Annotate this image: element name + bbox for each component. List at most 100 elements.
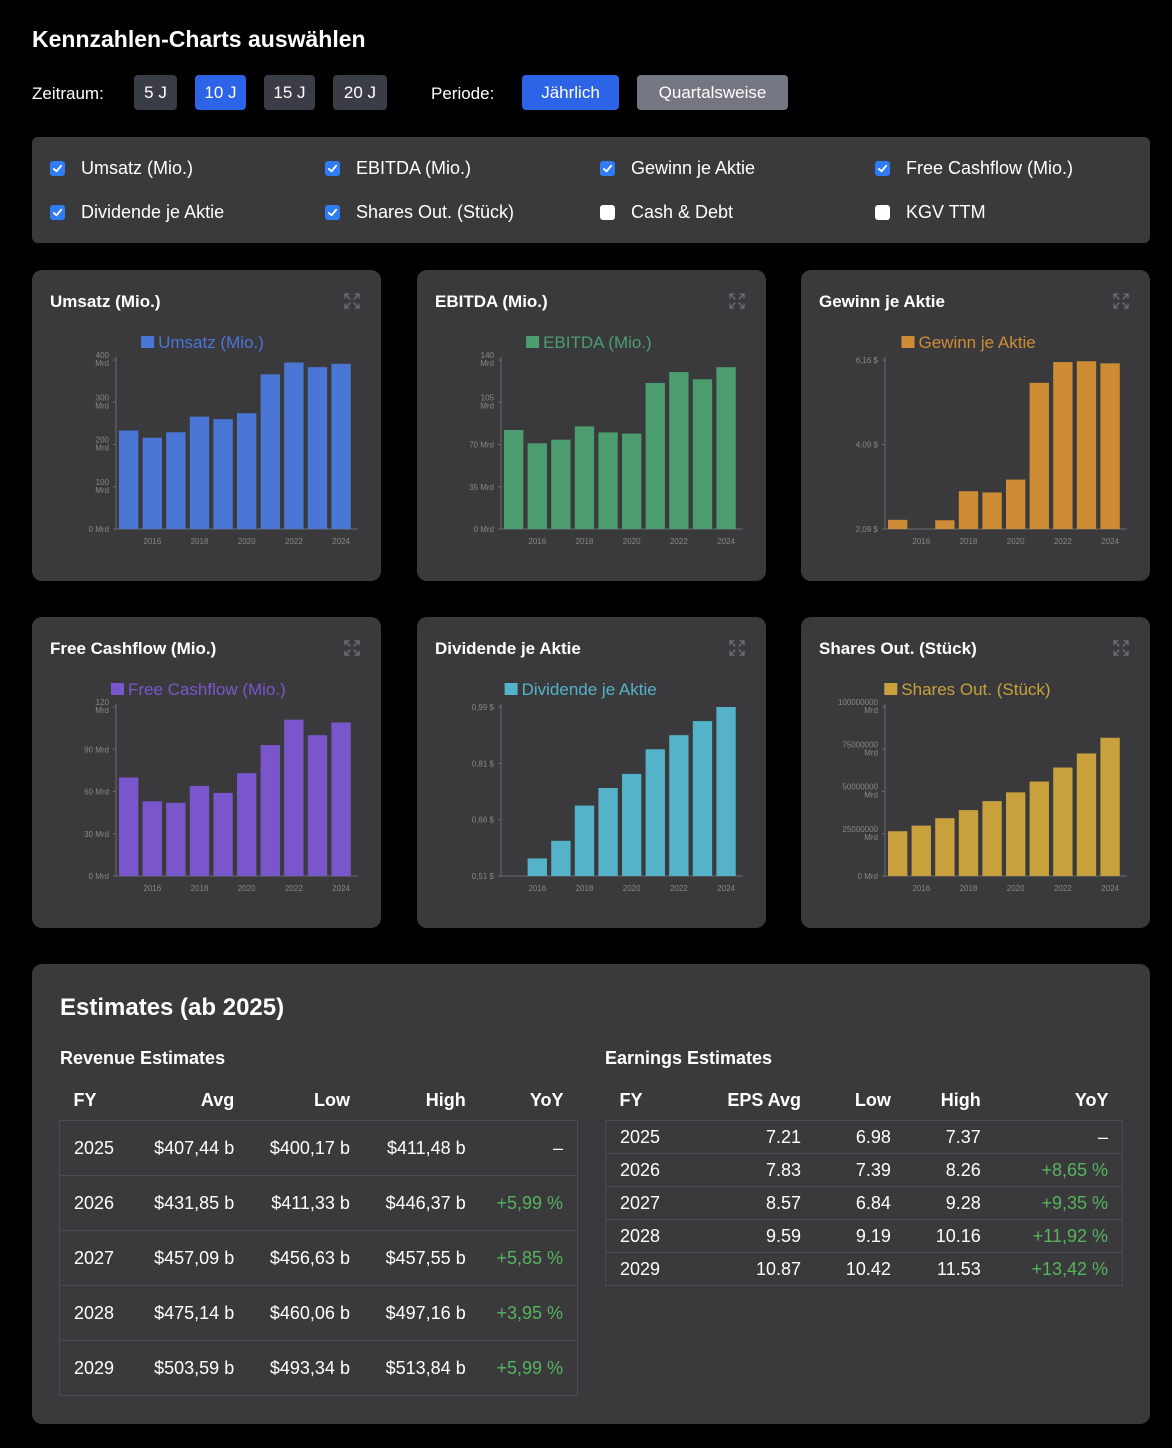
bar-2023[interactable]	[307, 735, 328, 876]
filter-free-cashflow-mio[interactable]: Free Cashflow (Mio.)	[875, 156, 1073, 180]
expand-icon[interactable]	[343, 292, 361, 310]
bar-2019[interactable]	[213, 792, 233, 876]
bar-2019[interactable]	[982, 492, 1002, 529]
bar-2015[interactable]	[504, 430, 524, 529]
bar-2019[interactable]	[598, 432, 618, 529]
expand-icon[interactable]	[343, 639, 361, 657]
bar-2016[interactable]	[142, 437, 162, 529]
bar-2024[interactable]	[716, 707, 736, 876]
checkbox[interactable]	[50, 160, 65, 176]
bar-2021[interactable]	[260, 745, 280, 876]
filter-shares-out-st-ck[interactable]: Shares Out. (Stück)	[325, 200, 514, 224]
bar-2016[interactable]	[527, 858, 547, 876]
bar-2018[interactable]	[574, 426, 595, 529]
checkbox[interactable]	[600, 204, 615, 220]
chart-title: Gewinn je Aktie	[819, 292, 945, 311]
column-header: Low	[854, 1090, 891, 1111]
bar-2023[interactable]	[307, 367, 328, 529]
bar-2018[interactable]	[189, 416, 210, 529]
checkbox[interactable]	[50, 204, 65, 220]
filter-ebitda-mio[interactable]: EBITDA (Mio.)	[325, 156, 471, 180]
bar-2024[interactable]	[331, 722, 351, 876]
bar-2024[interactable]	[331, 363, 351, 529]
filter-dividende-je-aktie[interactable]: Dividende je Aktie	[50, 200, 224, 224]
bar-2017[interactable]	[935, 520, 955, 529]
bar-2022[interactable]	[1053, 362, 1073, 529]
checkbox[interactable]	[600, 160, 615, 176]
bar-2019[interactable]	[213, 419, 233, 529]
bar-2018[interactable]	[574, 805, 595, 876]
zeitraum-label: Zeitraum:	[32, 84, 104, 103]
svg-text:Mrd: Mrd	[864, 748, 878, 757]
bar-2015[interactable]	[119, 777, 139, 876]
bar-2021[interactable]	[645, 749, 665, 876]
zeitraum-20j-button[interactable]: 20 J	[333, 75, 387, 110]
filter-kgv-ttm[interactable]: KGV TTM	[875, 200, 986, 224]
bar-2018[interactable]	[189, 785, 210, 876]
svg-text:Mrd: Mrd	[480, 401, 494, 410]
bar-2016[interactable]	[527, 443, 547, 529]
bar-2017[interactable]	[551, 439, 571, 529]
table-row: 2028 $475,14 b $460,06 b $497,16 b +3,95 %	[59, 1284, 578, 1341]
bar-2016[interactable]	[911, 825, 931, 876]
bar-2024[interactable]	[1100, 363, 1120, 529]
bar-2019[interactable]	[982, 801, 1002, 876]
bar-2021[interactable]	[1029, 382, 1049, 529]
checkbox[interactable]	[325, 160, 340, 176]
bar-2018[interactable]	[958, 491, 979, 529]
zeitraum-10j-button[interactable]: 10 J	[195, 75, 246, 110]
bar-2022[interactable]	[669, 372, 689, 529]
bar-2017[interactable]	[935, 818, 955, 876]
bar-2020[interactable]	[622, 773, 642, 876]
bar-2021[interactable]	[260, 374, 280, 529]
bar-2015[interactable]	[888, 519, 908, 529]
bar-2022[interactable]	[1053, 767, 1073, 876]
periode-jaehrlich-button[interactable]: Jährlich	[522, 75, 619, 110]
bar-2022[interactable]	[284, 719, 304, 876]
bar-2018[interactable]	[958, 810, 979, 876]
zeitraum-15j-button[interactable]: 15 J	[264, 75, 315, 110]
bar-2015[interactable]	[888, 831, 908, 876]
expand-icon[interactable]	[728, 639, 746, 657]
checkbox[interactable]	[325, 204, 340, 220]
bar-2017[interactable]	[551, 840, 571, 876]
bar-2020[interactable]	[1006, 479, 1026, 529]
bar-2015[interactable]	[119, 430, 139, 529]
chart-legend: Free Cashflow (Mio.)	[111, 680, 286, 699]
bar-2017[interactable]	[166, 432, 186, 529]
bar-2017[interactable]	[166, 802, 186, 876]
expand-icon[interactable]	[1112, 639, 1130, 657]
bar-2023[interactable]	[1076, 361, 1097, 529]
chart-legend: Dividende je Aktie	[504, 680, 657, 699]
expand-icon[interactable]	[728, 292, 746, 310]
filter-gewinn-je-aktie[interactable]: Gewinn je Aktie	[600, 156, 755, 180]
checkbox[interactable]	[875, 160, 890, 176]
bar-2023[interactable]	[692, 379, 713, 529]
svg-text:0,81 $: 0,81 $	[472, 759, 495, 768]
bar-2022[interactable]	[284, 362, 304, 529]
bar-2023[interactable]	[1076, 753, 1097, 876]
legend-swatch	[884, 683, 898, 695]
bar-2024[interactable]	[1100, 737, 1120, 876]
bar-2020[interactable]	[237, 413, 257, 529]
checkbox[interactable]	[875, 204, 890, 220]
bar-2020[interactable]	[1006, 792, 1026, 876]
filter-cash-debt[interactable]: Cash & Debt	[600, 200, 733, 224]
expand-icon[interactable]	[1112, 292, 1130, 310]
bar-2023[interactable]	[692, 721, 713, 876]
bar-chart: Umsatz (Mio.) 0 Mrd 100Mrd 200Mrd 300Mrd 400M…	[89, 333, 358, 546]
zeitraum-5j-button[interactable]: 5 J	[134, 75, 177, 110]
bar-2024[interactable]	[716, 367, 736, 529]
bar-2020[interactable]	[622, 433, 642, 529]
x-tick-label: 2020	[623, 537, 641, 546]
bar-2020[interactable]	[237, 773, 257, 876]
bar-2021[interactable]	[1029, 781, 1049, 876]
periode-quartalsweise-button[interactable]: Quartalsweise	[637, 75, 788, 110]
bar-2022[interactable]	[669, 735, 689, 876]
filter-umsatz-mio[interactable]: Umsatz (Mio.)	[50, 156, 193, 180]
y-tick-label: 50000000Mrd	[842, 783, 878, 800]
bar-2019[interactable]	[598, 787, 618, 876]
chart-card-6: Shares Out. (Stück) Shares Out. (Stück) 0 …	[801, 617, 1150, 928]
bar-2016[interactable]	[142, 801, 162, 876]
bar-2021[interactable]	[645, 382, 665, 529]
